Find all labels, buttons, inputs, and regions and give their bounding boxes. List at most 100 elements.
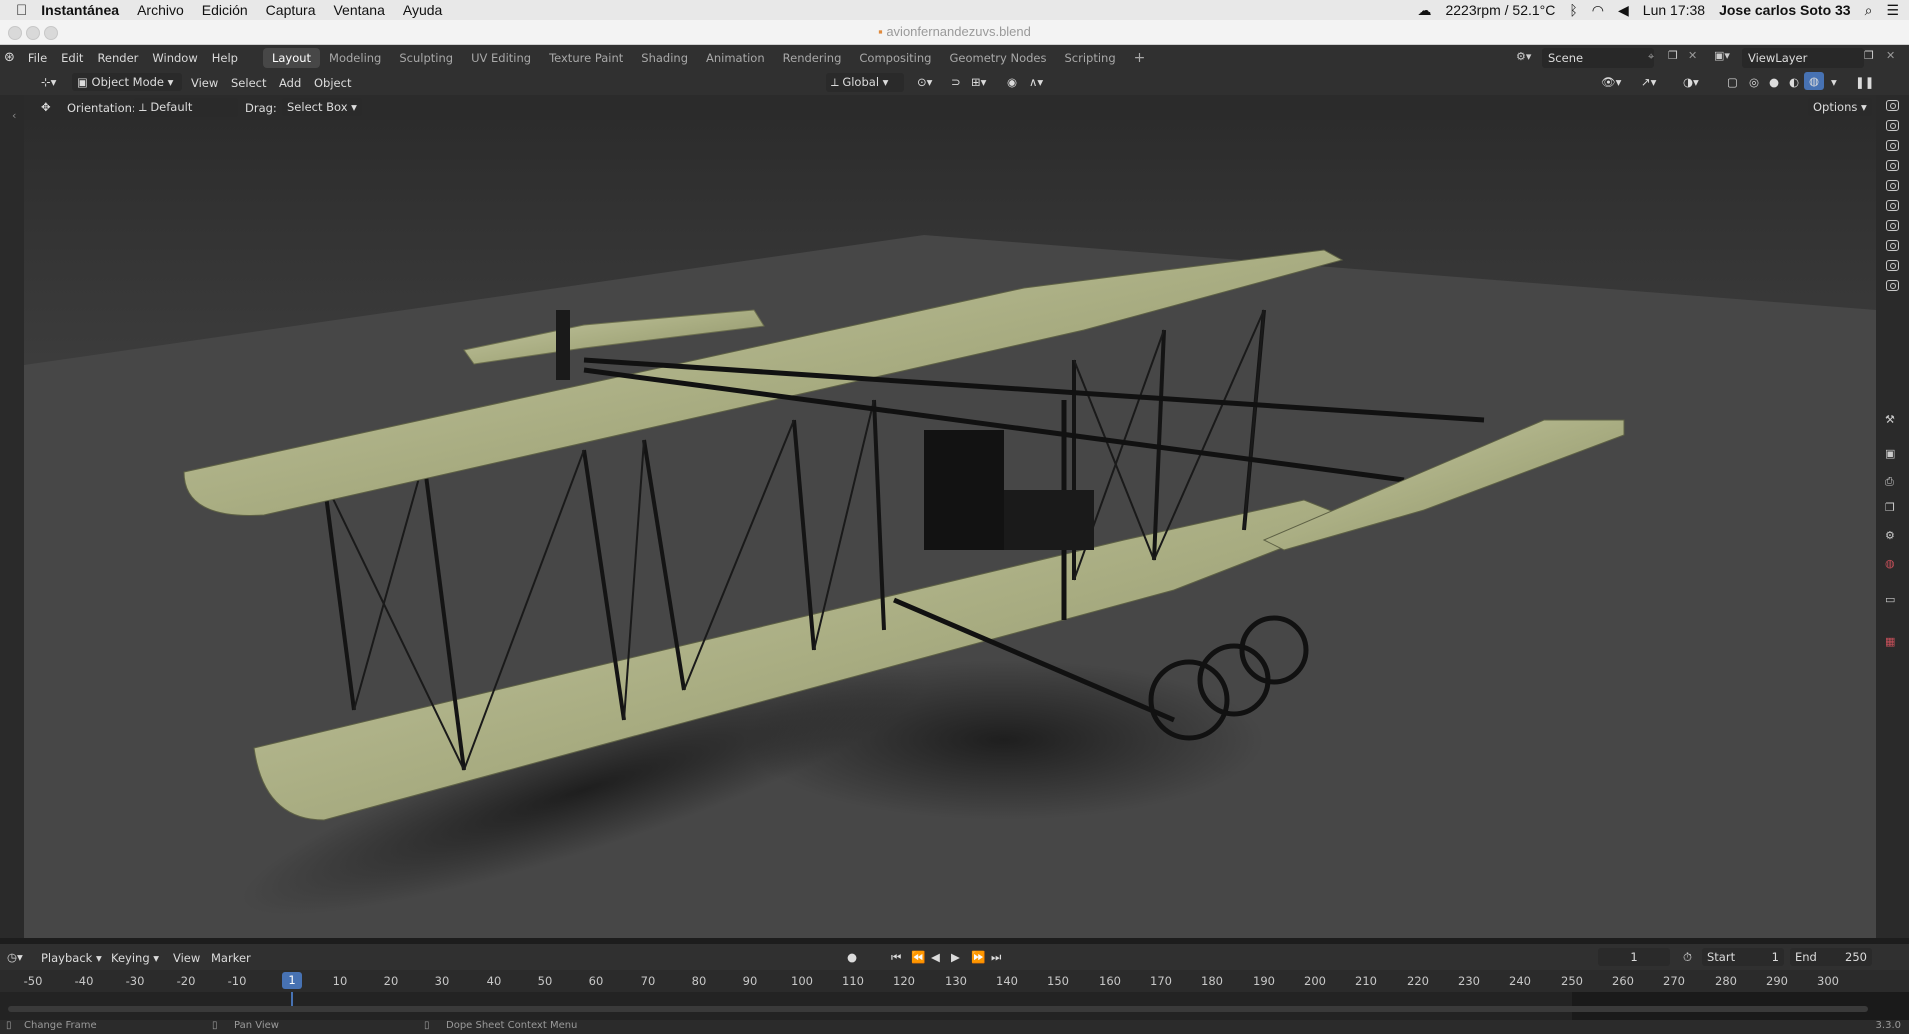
menu-view-timeline[interactable]: View <box>168 949 205 967</box>
pin-icon[interactable]: ⌖ <box>1648 50 1654 64</box>
menu-help[interactable]: Help <box>205 51 245 65</box>
render-camera-icon[interactable] <box>1886 180 1899 191</box>
pivot-point-icon[interactable]: ⊙▾ <box>912 73 937 91</box>
chevron-left-icon[interactable]: ‹ <box>12 109 16 122</box>
xray-icon[interactable]: ▢ <box>1722 73 1743 91</box>
tab-animation[interactable]: Animation <box>697 48 774 68</box>
menu-render[interactable]: Render <box>90 51 145 65</box>
auto-key-icon[interactable]: ● <box>842 948 862 966</box>
jump-start-icon[interactable]: ⏮ <box>886 948 906 967</box>
material-shading-icon[interactable]: ◐ <box>1784 73 1804 91</box>
app-name[interactable]: Instantánea <box>41 2 119 18</box>
render-camera-icon[interactable] <box>1886 280 1899 291</box>
tab-modeling[interactable]: Modeling <box>320 48 390 68</box>
menu-edit[interactable]: Edit <box>54 51 90 65</box>
render-camera-icon[interactable] <box>1886 100 1899 111</box>
bluetooth-icon[interactable]: ᛒ <box>1569 2 1577 18</box>
view-layer-props-icon[interactable]: ❐ <box>1885 501 1895 514</box>
texture-props-icon[interactable]: ▦ <box>1885 635 1895 648</box>
collection-props-icon[interactable]: ▭ <box>1885 593 1895 606</box>
3d-viewport[interactable] <box>24 120 1876 938</box>
menu-keying[interactable]: Keying ▾ <box>106 949 164 967</box>
tab-sculpting[interactable]: Sculpting <box>390 48 462 68</box>
render-camera-icon[interactable] <box>1886 140 1899 151</box>
wireframe-shading-icon[interactable]: ◎ <box>1744 73 1764 91</box>
close-window-button[interactable] <box>8 26 22 40</box>
menu-window[interactable]: Window <box>145 51 204 65</box>
play-reverse-icon[interactable]: ◀ <box>926 948 945 966</box>
render-props-icon[interactable]: ▣ <box>1885 447 1895 460</box>
jump-end-icon[interactable]: ⏭ <box>986 948 1006 967</box>
scene-icon[interactable]: ⚙▾ <box>1516 50 1531 63</box>
tab-rendering[interactable]: Rendering <box>774 48 851 68</box>
apple-icon[interactable]:  <box>16 2 27 19</box>
render-camera-icon[interactable] <box>1886 220 1899 231</box>
menu-object[interactable]: Object <box>309 74 356 92</box>
transform-tool-icon[interactable]: ✥ <box>36 98 56 116</box>
timeline-scrollbar[interactable] <box>8 1006 1868 1012</box>
delete-viewlayer-icon[interactable]: ✕ <box>1886 49 1895 62</box>
zoom-window-button[interactable] <box>44 26 58 40</box>
user-name[interactable]: Jose carlos Soto 33 <box>1719 2 1851 18</box>
control-center-icon[interactable]: ☰ <box>1886 2 1899 19</box>
rendered-shading-icon[interactable]: ◍ <box>1804 72 1825 90</box>
viewlayer-field[interactable]: ViewLayer <box>1742 48 1864 68</box>
tool-icon[interactable]: ⚒ <box>1885 413 1895 426</box>
output-props-icon[interactable]: ⎙ <box>1885 475 1894 489</box>
wifi-icon[interactable]: ◠ <box>1592 2 1604 19</box>
menu-marker[interactable]: Marker <box>206 949 256 967</box>
end-frame-field[interactable]: End 250 <box>1790 948 1872 966</box>
falloff-icon[interactable]: ∧▾ <box>1024 73 1048 91</box>
menu-archivo[interactable]: Archivo <box>137 2 184 18</box>
shading-options-icon[interactable]: ▾ <box>1826 73 1842 91</box>
playhead[interactable]: 1 <box>282 972 302 989</box>
cloud-icon[interactable]: ☁ <box>1417 2 1431 19</box>
menu-select[interactable]: Select <box>226 74 271 92</box>
visibility-icon[interactable]: 👁▾ <box>1596 73 1626 91</box>
menu-edicion[interactable]: Edición <box>202 2 248 18</box>
tab-compositing[interactable]: Compositing <box>850 48 940 68</box>
scene-field[interactable]: Scene <box>1542 48 1654 68</box>
menu-view[interactable]: View <box>186 74 223 92</box>
drag-dropdown[interactable]: Select Box ▾ <box>282 98 362 116</box>
new-scene-icon[interactable]: ❐ <box>1668 49 1678 62</box>
render-camera-icon[interactable] <box>1886 240 1899 251</box>
blender-logo-icon[interactable]: ⊛ <box>4 50 15 65</box>
editor-type-icon[interactable]: ⊹▾ <box>36 73 61 91</box>
delete-scene-icon[interactable]: ✕ <box>1688 49 1697 62</box>
gizmo-icon[interactable]: ↗▾ <box>1636 73 1661 91</box>
menu-add[interactable]: Add <box>274 74 306 92</box>
menu-captura[interactable]: Captura <box>266 2 316 18</box>
render-camera-icon[interactable] <box>1886 160 1899 171</box>
play-icon[interactable]: ▶ <box>946 948 965 966</box>
world-props-icon[interactable]: ◍ <box>1885 557 1895 570</box>
menu-ayuda[interactable]: Ayuda <box>403 2 442 18</box>
solid-shading-icon[interactable]: ● <box>1764 73 1784 91</box>
transform-orientation-dropdown[interactable]: ⟂ Global ▾ <box>826 73 904 92</box>
timeline-editor-icon[interactable]: ◷▾ <box>2 948 28 966</box>
fan-status[interactable]: 2223rpm / 52.1°C <box>1445 2 1555 18</box>
overlay-icon[interactable]: ◑▾ <box>1678 73 1704 91</box>
snap-target-icon[interactable]: ⊞▾ <box>966 73 991 91</box>
render-camera-icon[interactable] <box>1886 260 1899 271</box>
current-frame-field[interactable]: 1 <box>1598 948 1670 966</box>
render-camera-icon[interactable] <box>1886 120 1899 131</box>
preview-range-icon[interactable]: ⏱ <box>1678 948 1697 967</box>
orientation-dropdown[interactable]: ⟂ Default <box>134 98 238 117</box>
render-camera-icon[interactable] <box>1886 200 1899 211</box>
tab-uv-editing[interactable]: UV Editing <box>462 48 540 68</box>
timeline-ruler[interactable]: -50 -40 -30 -20 -10 1 10 20 30 40 50 60 … <box>0 970 1909 992</box>
tab-texture-paint[interactable]: Texture Paint <box>540 48 632 68</box>
tab-geometry-nodes[interactable]: Geometry Nodes <box>940 48 1055 68</box>
pause-render-icon[interactable]: ❚❚ <box>1850 73 1879 91</box>
viewlayer-icon[interactable]: ▣▾ <box>1714 49 1730 62</box>
new-viewlayer-icon[interactable]: ❐ <box>1864 49 1874 62</box>
tab-layout[interactable]: Layout <box>262 47 321 68</box>
add-workspace-button[interactable]: + <box>1125 47 1155 69</box>
volume-icon[interactable]: ◀ <box>1618 2 1629 19</box>
scene-props-icon[interactable]: ⚙ <box>1885 529 1895 542</box>
object-mode-dropdown[interactable]: ▣ Object Mode ▾ <box>72 73 182 91</box>
menu-file[interactable]: File <box>21 51 54 65</box>
start-frame-field[interactable]: Start 1 <box>1702 948 1784 966</box>
proportional-edit-icon[interactable]: ◉ <box>1002 73 1022 91</box>
